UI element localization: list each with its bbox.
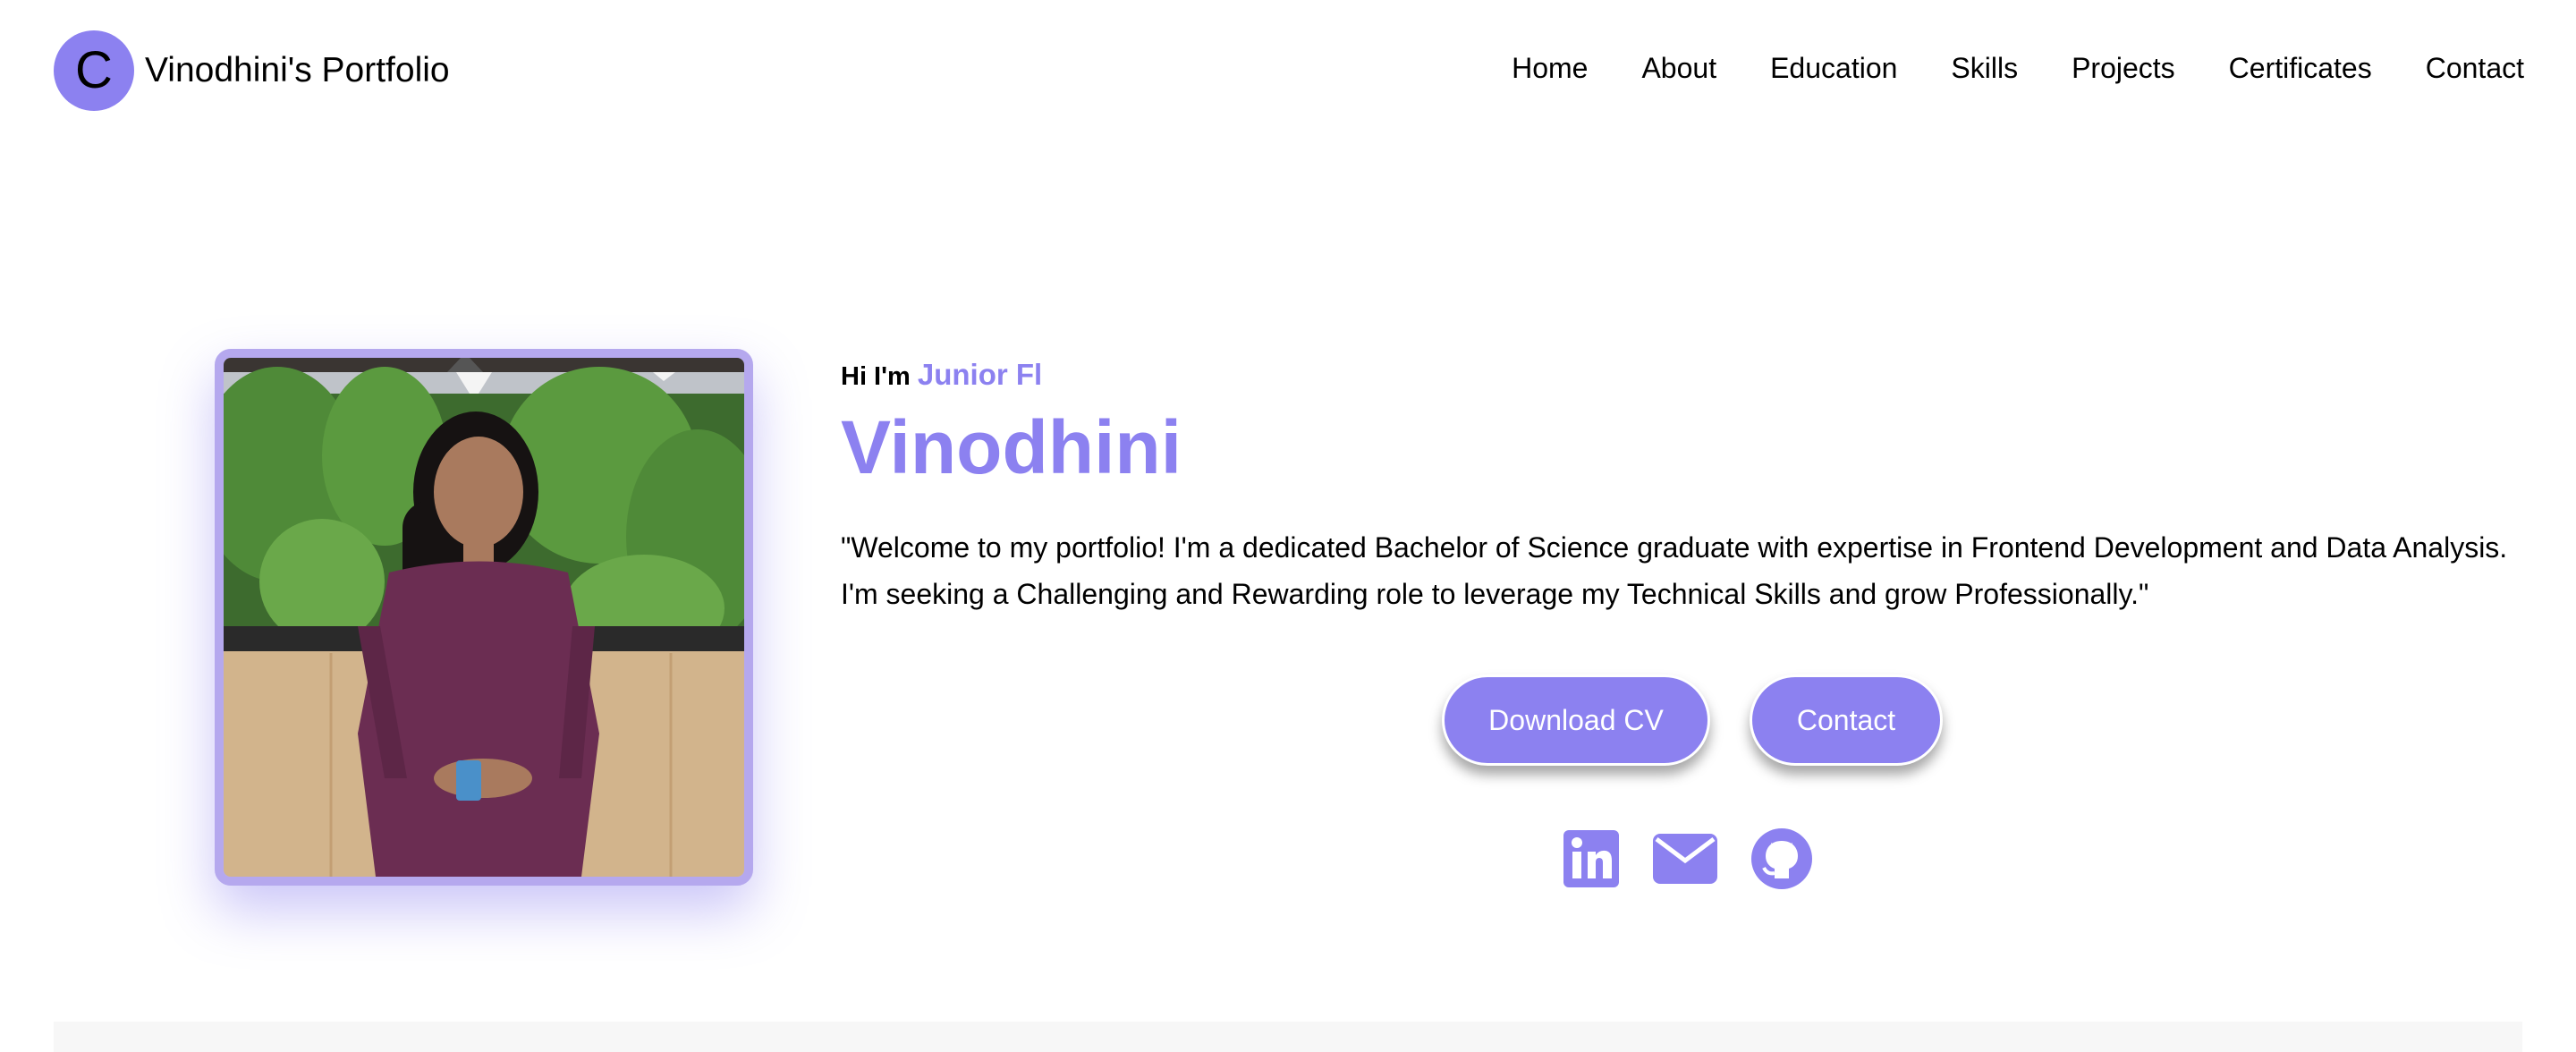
- portfolio-page: C Vinodhini's Portfolio Home About Educa…: [0, 0, 2576, 1052]
- github-icon[interactable]: [1751, 828, 1812, 894]
- logo-link[interactable]: C Vinodhini's Portfolio: [54, 30, 450, 111]
- hero-bio: "Welcome to my portfolio! I'm a dedicate…: [841, 531, 2508, 611]
- linkedin-icon[interactable]: [1563, 830, 1619, 892]
- logo-badge: C: [54, 30, 134, 111]
- email-icon[interactable]: [1653, 834, 1717, 888]
- nav-skills[interactable]: Skills: [1951, 52, 2018, 85]
- profile-photo-illustration: [224, 358, 744, 877]
- social-links: [1563, 828, 1812, 894]
- nav-education[interactable]: Education: [1770, 52, 1897, 85]
- hero-name: Vinodhini: [841, 405, 1182, 489]
- hero-intro: Hi I'm Junior Fl Vinodhini "Welcome to m…: [841, 358, 2522, 617]
- greeting-line: Hi I'm Junior Fl: [841, 358, 2522, 392]
- site-title: Vinodhini's Portfolio: [145, 51, 450, 89]
- main-nav: Home About Education Skills Projects Cer…: [1512, 52, 2524, 85]
- nav-projects[interactable]: Projects: [2072, 52, 2175, 85]
- profile-photo: [215, 349, 753, 886]
- site-header: C Vinodhini's Portfolio Home About Educa…: [0, 0, 2576, 143]
- nav-about[interactable]: About: [1641, 52, 1716, 85]
- hero-actions: Download CV Contact: [1442, 674, 1943, 766]
- typed-role-text: Junior Fl: [917, 358, 1043, 391]
- download-cv-button[interactable]: Download CV: [1442, 674, 1710, 766]
- contact-button[interactable]: Contact: [1750, 674, 1943, 766]
- nav-contact[interactable]: Contact: [2426, 52, 2524, 85]
- nav-home[interactable]: Home: [1512, 52, 1588, 85]
- next-section-band: [54, 1022, 2522, 1052]
- nav-certificates[interactable]: Certificates: [2229, 52, 2372, 85]
- greeting-text: Hi I'm: [841, 362, 911, 391]
